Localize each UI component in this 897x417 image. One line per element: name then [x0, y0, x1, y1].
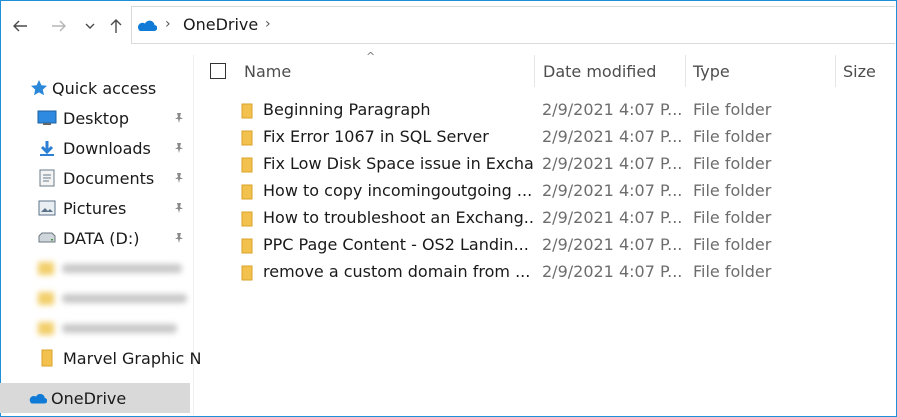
column-header-label: Size: [843, 61, 876, 81]
sidebar-item-downloads[interactable]: Downloads: [37, 133, 151, 163]
file-date: 2/9/2021 4:07 P...: [542, 181, 682, 200]
downloads-icon: [37, 138, 57, 158]
sidebar-item-data-drive[interactable]: DATA (D:): [37, 223, 140, 253]
up-button[interactable]: [104, 14, 128, 38]
file-type: File folder: [693, 127, 772, 146]
folder-icon: [37, 348, 57, 368]
file-date: 2/9/2021 4:07 P...: [542, 100, 682, 119]
folder-icon: [241, 184, 253, 200]
chevron-down-icon: [85, 23, 95, 29]
onedrive-cloud-icon: [27, 388, 47, 408]
breadcrumb-onedrive[interactable]: OneDrive: [183, 15, 258, 34]
file-row[interactable]: remove a custom domain from ... 2/9/2021…: [232, 259, 895, 286]
file-name: Beginning Paragraph: [263, 100, 431, 119]
file-type: File folder: [693, 154, 772, 173]
desktop-icon: [37, 108, 57, 128]
column-header-label: Date modified: [543, 61, 657, 81]
file-row[interactable]: Beginning Paragraph 2/9/2021 4:07 P... F…: [232, 97, 895, 124]
file-type: File folder: [693, 235, 772, 254]
column-divider[interactable]: [835, 55, 836, 87]
sidebar-item-redacted[interactable]: [38, 253, 182, 283]
sidebar-item-desktop[interactable]: Desktop: [37, 103, 129, 133]
column-header-label: Type: [693, 61, 730, 81]
file-row[interactable]: How to troubleshoot an Exchang... 2/9/20…: [232, 205, 895, 232]
column-header-name[interactable]: Name: [244, 55, 534, 87]
file-name: Fix Error 1067 in SQL Server: [263, 127, 489, 146]
address-bar[interactable]: › OneDrive ›: [131, 6, 895, 44]
column-divider[interactable]: [685, 55, 686, 87]
folder-icon: [38, 321, 54, 335]
file-name: Fix Low Disk Space issue in Excha...: [263, 154, 535, 173]
file-type: File folder: [693, 100, 772, 119]
file-name: How to copy incomingoutgoing ...: [263, 181, 533, 200]
file-date: 2/9/2021 4:07 P...: [542, 154, 682, 173]
redacted-label: [62, 293, 187, 303]
file-row[interactable]: Fix Error 1067 in SQL Server 2/9/2021 4:…: [232, 124, 895, 151]
file-type: File folder: [693, 262, 772, 281]
column-header-size[interactable]: Size: [843, 55, 893, 87]
column-header-date[interactable]: Date modified: [543, 55, 683, 87]
breadcrumb-separator-icon[interactable]: ›: [165, 16, 171, 32]
arrow-up-icon: [110, 19, 122, 33]
back-button[interactable]: [8, 14, 32, 38]
sidebar-item-pictures[interactable]: Pictures: [37, 193, 126, 223]
column-header-type[interactable]: Type: [693, 55, 833, 87]
sidebar-item-label: Marvel Graphic N: [63, 348, 202, 368]
file-date: 2/9/2021 4:07 P...: [542, 208, 682, 227]
redacted-label: [62, 323, 177, 333]
sidebar-item-redacted[interactable]: [38, 313, 177, 343]
folder-icon: [241, 130, 253, 146]
folder-icon: [241, 265, 253, 281]
file-name: remove a custom domain from ...: [263, 262, 531, 281]
sidebar-item-label: OneDrive: [51, 388, 127, 408]
navigation-bar: › OneDrive ›: [0, 0, 895, 50]
star-icon: [29, 78, 49, 98]
pin-icon[interactable]: [172, 171, 186, 185]
documents-icon: [37, 168, 57, 188]
sidebar-item-label: DATA (D:): [63, 228, 140, 248]
file-type: File folder: [693, 181, 772, 200]
redacted-label: [62, 263, 182, 273]
recent-locations-button[interactable]: [78, 14, 102, 38]
folder-icon: [38, 291, 54, 305]
pin-icon[interactable]: [172, 111, 186, 125]
file-row[interactable]: Fix Low Disk Space issue in Excha... 2/9…: [232, 151, 895, 178]
pin-icon[interactable]: [172, 201, 186, 215]
pictures-icon: [37, 198, 57, 218]
file-name: PPC Page Content - OS2 Landin...: [263, 235, 529, 254]
drive-icon: [37, 228, 57, 248]
sidebar-item-marvel[interactable]: Marvel Graphic N: [37, 343, 201, 373]
sidebar-item-label: Documents: [63, 168, 155, 188]
file-date: 2/9/2021 4:07 P...: [542, 262, 682, 281]
sidebar-item-redacted[interactable]: [38, 283, 187, 313]
sidebar-item-label: Desktop: [63, 108, 129, 128]
sidebar-item-quick-access[interactable]: Quick access: [29, 73, 156, 103]
pin-icon[interactable]: [172, 231, 186, 245]
sidebar-item-label: Quick access: [52, 78, 157, 98]
sidebar-item-label: Pictures: [63, 198, 127, 218]
sidebar-item-label: Downloads: [63, 138, 151, 158]
forward-button[interactable]: [47, 14, 71, 38]
folder-icon: [241, 103, 253, 119]
breadcrumb-separator-icon[interactable]: ›: [265, 16, 271, 32]
folder-icon: [38, 261, 54, 275]
sidebar-item-documents[interactable]: Documents: [37, 163, 154, 193]
file-type: File folder: [693, 208, 772, 227]
column-divider[interactable]: [534, 55, 535, 87]
column-header-label: Name: [244, 61, 292, 81]
sidebar-item-onedrive[interactable]: OneDrive: [27, 383, 126, 413]
file-row[interactable]: How to copy incomingoutgoing ... 2/9/202…: [232, 178, 895, 205]
folder-icon: [241, 238, 253, 254]
onedrive-cloud-icon: [138, 20, 157, 32]
file-date: 2/9/2021 4:07 P...: [542, 127, 682, 146]
folder-icon: [241, 211, 253, 227]
select-all-checkbox[interactable]: [210, 63, 226, 79]
arrow-right-icon: [52, 20, 66, 32]
folder-icon: [241, 157, 253, 173]
arrow-left-icon: [13, 20, 27, 32]
file-date: 2/9/2021 4:07 P...: [542, 235, 682, 254]
file-name: How to troubleshoot an Exchang...: [263, 208, 535, 227]
pin-icon[interactable]: [172, 141, 186, 155]
file-row[interactable]: PPC Page Content - OS2 Landin... 2/9/202…: [232, 232, 895, 259]
